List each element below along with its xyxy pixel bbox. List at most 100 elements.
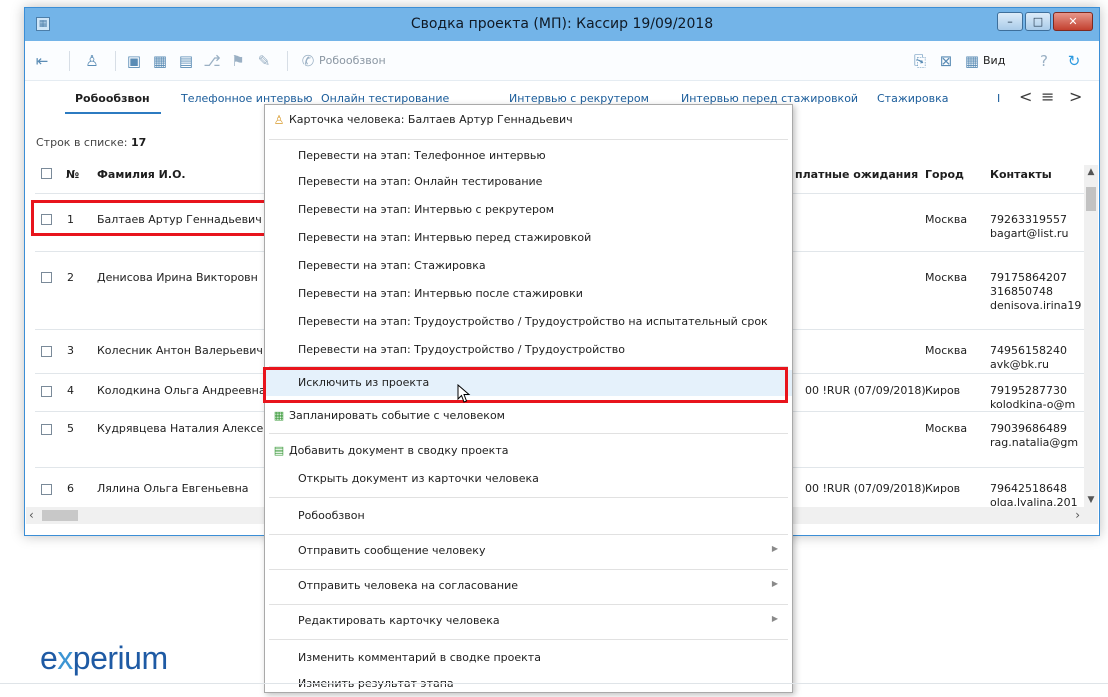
tab-internship[interactable]: Стажировка — [877, 92, 948, 105]
menu-item-exclude[interactable]: Исключить из проекта — [265, 370, 792, 396]
maximize-button[interactable]: □ — [1025, 12, 1051, 31]
row-checkbox[interactable] — [41, 386, 52, 397]
briefcase-icon[interactable]: ▣ — [125, 52, 143, 70]
excel-icon[interactable]: ⊠ — [937, 52, 955, 70]
tab-next-icon[interactable]: > — [1069, 87, 1082, 106]
menu-item-add-document[interactable]: ▤ Добавить документ в сводку проекта — [265, 438, 792, 464]
menu-item-move-employment[interactable]: Перевести на этап: Трудоустройство / Тру… — [265, 337, 792, 363]
context-menu: ♙ Карточка человека: Балтаев Артур Генна… — [264, 104, 793, 693]
scroll-up-icon[interactable]: ▲ — [1084, 167, 1098, 177]
menu-item-robocall[interactable]: Робообзвон — [265, 503, 792, 529]
calendar-add-icon: ▦ — [273, 409, 285, 422]
header-contacts[interactable]: Контакты — [990, 168, 1052, 181]
menu-divider — [269, 569, 788, 570]
menu-item-move-pre-internship[interactable]: Перевести на этап: Интервью перед стажир… — [265, 225, 792, 251]
horizontal-scroll-thumb[interactable] — [42, 510, 78, 521]
row-city: Москва — [925, 271, 968, 284]
toolbar-divider — [287, 51, 288, 71]
person-icon[interactable]: ♙ — [83, 52, 101, 70]
row-city: Москва — [925, 344, 968, 357]
mouse-cursor-icon — [457, 384, 471, 403]
row-contact-phone: 79195287730 — [990, 384, 1067, 397]
menu-label: Перевести на этап: Трудоустройство / Тру… — [298, 343, 625, 356]
row-num: 2 — [67, 271, 74, 284]
menu-item-send-approval[interactable]: Отправить человека на согласование ▶ — [265, 573, 792, 599]
share-icon[interactable]: ⎇ — [203, 52, 221, 70]
window-title: Сводка проекта (МП): Кассир 19/09/2018 — [410, 16, 714, 32]
menu-label: Отправить сообщение человеку — [298, 544, 486, 557]
menu-item-move-employment-probation[interactable]: Перевести на этап: Трудоустройство / Тру… — [265, 309, 792, 335]
menu-label: Редактировать карточку человека — [298, 614, 500, 627]
menu-item-send-message[interactable]: Отправить сообщение человеку ▶ — [265, 538, 792, 564]
menu-divider — [269, 639, 788, 640]
menu-item-move-internship[interactable]: Перевести на этап: Стажировка — [265, 253, 792, 279]
menu-item-move-phone-interview[interactable]: Перевести на этап: Телефонное интервью — [265, 143, 792, 169]
row-num: 6 — [67, 482, 74, 495]
menu-label: Перевести на этап: Стажировка — [298, 259, 486, 272]
row-checkbox[interactable] — [41, 272, 52, 283]
menu-item-move-online-testing[interactable]: Перевести на этап: Онлайн тестирование — [265, 169, 792, 195]
menu-item-open-document[interactable]: Открыть документ из карточки человека — [265, 466, 792, 492]
row-contact-phone: 79175864207 — [990, 271, 1067, 284]
close-button[interactable]: ✕ — [1053, 12, 1093, 31]
menu-label: Робообзвон — [298, 509, 365, 522]
tab-robocall[interactable]: Робообзвон — [75, 92, 150, 105]
pencil-icon[interactable]: ✎ — [255, 52, 273, 70]
row-contact-phone: 79263319557 — [990, 213, 1067, 226]
menu-divider — [269, 534, 788, 535]
refresh-icon[interactable]: ↻ — [1065, 52, 1083, 70]
row-name: Лялина Ольга Евгеньевна — [97, 482, 249, 495]
menu-item-move-recruiter-interview[interactable]: Перевести на этап: Интервью с рекрутером — [265, 197, 792, 223]
vertical-scroll-thumb[interactable] — [1086, 187, 1096, 211]
menu-divider — [269, 139, 788, 140]
view-button[interactable]: Вид — [983, 54, 1005, 67]
tab-prev-icon[interactable]: < — [1019, 87, 1032, 106]
tab-menu-icon[interactable]: ≡ — [1041, 87, 1054, 106]
document-icon[interactable]: ▤ — [177, 52, 195, 70]
vertical-scrollbar[interactable]: ▲ ▼ — [1084, 165, 1098, 507]
export-icon[interactable]: ⎘ — [911, 52, 929, 70]
row-checkbox[interactable] — [41, 484, 52, 495]
menu-item-plan-event[interactable]: ▦ Запланировать событие с человеком — [265, 403, 792, 429]
menu-item-edit-card[interactable]: Редактировать карточку человека ▶ — [265, 608, 792, 634]
menu-divider — [269, 400, 788, 401]
scroll-right-icon[interactable]: › — [1075, 508, 1080, 522]
scroll-down-icon[interactable]: ▼ — [1084, 495, 1098, 505]
footer-divider — [0, 683, 1108, 684]
minimize-button[interactable]: – — [997, 12, 1023, 31]
help-icon[interactable]: ? — [1035, 52, 1053, 70]
row-contact-phone2: 316850748 — [990, 285, 1053, 298]
row-checkbox[interactable] — [41, 214, 52, 225]
row-salary: 00 !RUR (07/09/2018) — [805, 384, 926, 397]
row-checkbox[interactable] — [41, 424, 52, 435]
grid-icon[interactable]: ▦ — [151, 52, 169, 70]
row-contact-email: olga.lyalina.201 — [990, 496, 1078, 506]
menu-item-person-card[interactable]: ♙ Карточка человека: Балтаев Артур Генна… — [265, 107, 792, 133]
menu-divider — [269, 604, 788, 605]
scroll-left-icon[interactable]: ‹ — [29, 508, 34, 522]
header-num[interactable]: № — [66, 168, 79, 181]
header-city[interactable]: Город — [925, 168, 964, 181]
flag-icon[interactable]: ⚑ — [229, 52, 247, 70]
menu-divider — [269, 433, 788, 434]
header-name[interactable]: Фамилия И.О. — [97, 168, 186, 181]
phone-icon[interactable]: ✆ — [299, 52, 317, 70]
submenu-arrow-icon: ▶ — [771, 544, 778, 553]
active-tab-indicator — [65, 112, 161, 114]
select-all-checkbox[interactable] — [41, 168, 52, 179]
menu-item-edit-comment[interactable]: Изменить комментарий в сводке проекта — [265, 645, 792, 671]
back-icon[interactable]: ⇤ — [33, 52, 51, 70]
menu-item-edit-result[interactable]: Изменить результат этапа — [265, 671, 792, 697]
robocall-button[interactable]: Робообзвон — [319, 54, 386, 67]
row-count-label: Строк в списке: — [36, 136, 128, 149]
menu-item-move-post-internship[interactable]: Перевести на этап: Интервью после стажир… — [265, 281, 792, 307]
row-name: Колодкина Ольга Андреевна — [97, 384, 266, 397]
document-add-icon: ▤ — [273, 444, 285, 457]
row-checkbox[interactable] — [41, 346, 52, 357]
view-grid-icon[interactable]: ▦ — [963, 52, 981, 70]
submenu-arrow-icon: ▶ — [771, 579, 778, 588]
row-name: Кудрявцева Наталия Алексе... — [97, 422, 274, 435]
header-salary[interactable]: платные ожидания — [795, 168, 918, 181]
person-card-icon: ♙ — [273, 113, 285, 127]
experium-logo: experium — [40, 640, 168, 677]
